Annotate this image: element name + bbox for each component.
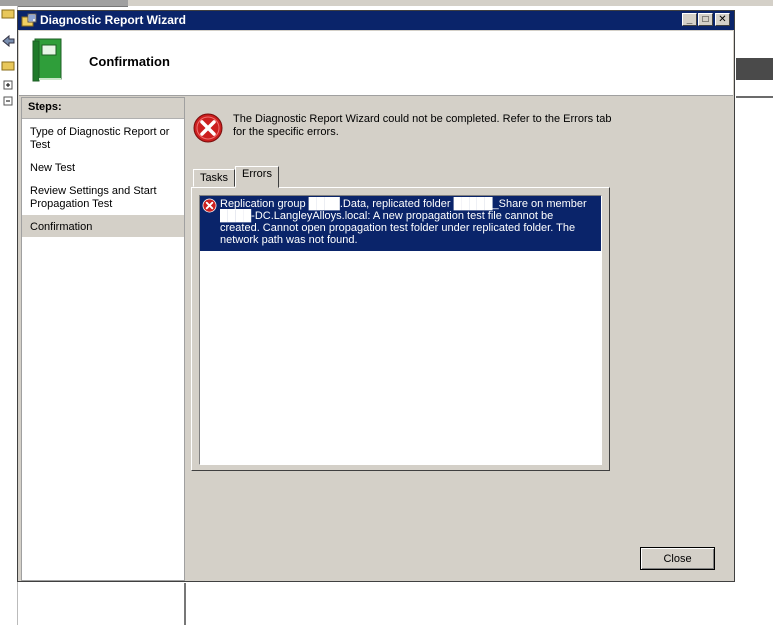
- background-divider: [736, 96, 773, 98]
- steps-header: Steps:: [22, 98, 184, 119]
- error-text: Replication group ████.Data, replicated …: [220, 198, 587, 246]
- step-new-test[interactable]: New Test: [30, 162, 176, 175]
- close-window-button[interactable]: ✕: [715, 13, 730, 26]
- maximize-button[interactable]: □: [698, 13, 713, 26]
- step-confirmation[interactable]: Confirmation: [30, 221, 176, 234]
- minimize-button[interactable]: _: [682, 13, 697, 26]
- errors-tab-panel: Replication group ████.Data, replicated …: [191, 187, 610, 471]
- title-bar[interactable]: Diagnostic Report Wizard _ □ ✕: [18, 11, 734, 30]
- steps-heading: Steps:: [28, 101, 62, 113]
- diagnostic-report-wizard-window: Diagnostic Report Wizard _ □ ✕ Confirmat…: [17, 10, 735, 582]
- close-button[interactable]: Close: [640, 547, 715, 570]
- folder-icon: [1, 61, 15, 71]
- folder-icon: [1, 9, 15, 19]
- tree-expand-icon[interactable]: [1, 78, 15, 92]
- folder-wizard-icon: [21, 13, 37, 27]
- steps-sidebar: Steps: Type of Diagnostic Report or Test…: [21, 97, 185, 581]
- window-title: Diagnostic Report Wizard: [40, 13, 186, 27]
- status-message: The Diagnostic Report Wizard could not b…: [233, 113, 612, 138]
- back-arrow-icon[interactable]: [1, 34, 15, 48]
- background-tree-pane: [0, 6, 18, 625]
- list-item[interactable]: Replication group ████.Data, replicated …: [200, 196, 601, 251]
- main-content: The Diagnostic Report Wizard could not b…: [186, 95, 734, 581]
- page-title: Confirmation: [89, 54, 170, 69]
- step-review-settings[interactable]: Review Settings and Start Propagation Te…: [30, 185, 176, 211]
- tree-collapse-icon[interactable]: [1, 94, 15, 108]
- error-x-icon: [202, 198, 217, 213]
- step-type-of-report[interactable]: Type of Diagnostic Report or Test: [30, 126, 176, 152]
- error-x-icon: [193, 113, 223, 143]
- background-splitter: [184, 583, 186, 625]
- wizard-header: Confirmation: [19, 31, 733, 96]
- green-book-icon: [32, 38, 62, 82]
- background-app-bar: [0, 0, 773, 7]
- tab-errors[interactable]: Errors: [235, 166, 279, 188]
- tab-tasks[interactable]: Tasks: [193, 169, 235, 187]
- background-toolbar: [736, 58, 773, 80]
- errors-list[interactable]: Replication group ████.Data, replicated …: [199, 195, 602, 465]
